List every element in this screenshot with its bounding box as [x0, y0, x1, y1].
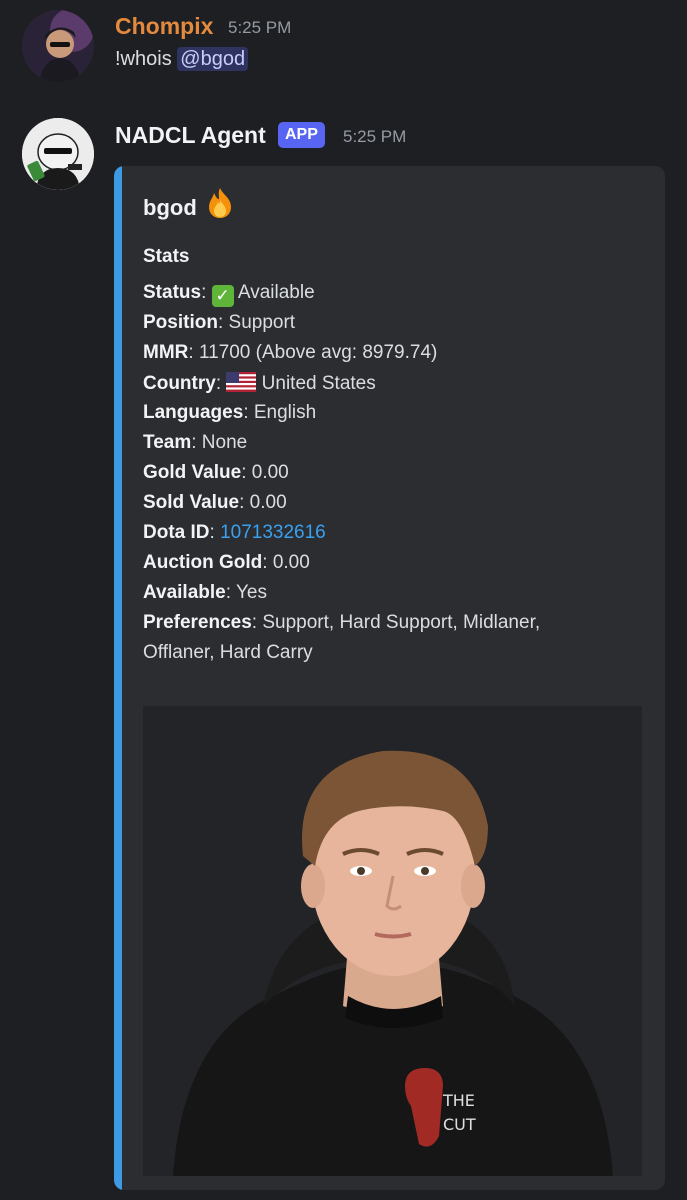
fire-icon — [203, 186, 237, 226]
stat-sep: : — [225, 582, 232, 603]
stat-label: Status — [143, 282, 202, 303]
stat-sep: : — [251, 612, 258, 633]
us-flag-icon — [226, 372, 257, 392]
stat-label: Gold Value — [143, 462, 242, 483]
stat-mmr: MMR: 11700 (Above avg: 8979.74) — [143, 342, 437, 364]
stat-sep: : — [188, 342, 194, 363]
stat-gold-value: Gold Value: 0.00 — [143, 462, 289, 484]
stat-auction-gold: Auction Gold: 0.00 — [143, 552, 310, 574]
stat-value: English — [253, 402, 317, 423]
check-mark-icon: ✓ — [211, 285, 234, 307]
svg-text:THE: THE — [442, 1091, 475, 1110]
stat-value: United States — [261, 373, 376, 394]
stat-position: Position: Support — [143, 312, 295, 334]
dota-id-link[interactable]: 1071332616 — [220, 522, 326, 543]
stat-label: Preferences — [143, 612, 252, 633]
stat-available: Available: Yes — [143, 582, 267, 604]
stat-label: Team — [143, 432, 192, 453]
embed-title: bgod — [143, 186, 237, 226]
stat-label: Available — [143, 582, 226, 603]
embed-title-text: bgod — [143, 195, 197, 220]
stat-sep: : — [262, 552, 268, 573]
embed-accent-bar — [114, 166, 122, 1190]
stat-languages: Languages: English — [143, 402, 316, 424]
author-name[interactable]: NADCL Agent — [115, 122, 266, 149]
stat-value: Available — [237, 282, 315, 303]
svg-text:CUT: CUT — [443, 1115, 476, 1134]
stat-value: 11700 (Above avg: 8979.74) — [198, 342, 438, 363]
player-photo[interactable]: THE CUT — [143, 706, 642, 1176]
nadcl-agent-avatar[interactable] — [22, 118, 94, 190]
app-badge: APP — [278, 122, 325, 148]
message-nadcl-agent: NADCL Agent APP 5:25 PM bgod Stats Statu… — [0, 0, 687, 1200]
stat-sep: : — [217, 312, 224, 333]
stat-sep: : — [243, 402, 249, 423]
stat-label: Sold Value — [143, 492, 240, 513]
stat-sep: : — [215, 373, 222, 394]
stat-value: Support, Hard Support, Midlaner, — [262, 612, 541, 633]
stat-label: Position — [143, 312, 218, 333]
stat-sep: : — [241, 462, 247, 483]
stat-value: 0.00 — [251, 462, 289, 483]
stat-value: 0.00 — [272, 552, 310, 573]
stat-value: Yes — [235, 582, 267, 603]
stat-value: 0.00 — [249, 492, 287, 513]
stat-label: MMR — [143, 342, 189, 363]
stat-sold-value: Sold Value: 0.00 — [143, 492, 287, 514]
stat-label: Dota ID — [143, 522, 210, 543]
stat-label: Languages — [143, 402, 244, 423]
stat-country: Country: United States — [143, 372, 376, 395]
stat-status: Status: ✓ Available — [143, 282, 315, 307]
stat-preferences-cont: Offlaner, Hard Carry — [143, 642, 313, 663]
stat-sep: : — [239, 492, 245, 513]
stat-preferences: Preferences: Support, Hard Support, Midl… — [143, 612, 540, 634]
stat-dota-id: Dota ID: 1071332616 — [143, 522, 326, 544]
timestamp: 5:25 PM — [343, 127, 407, 146]
section-title: Stats — [143, 246, 190, 267]
stat-sep: : — [201, 282, 207, 303]
embed-card: bgod Stats Status: ✓ Available Position:… — [114, 166, 665, 1190]
stat-team: Team: None — [143, 432, 247, 454]
stat-value: None — [201, 432, 248, 453]
stat-sep: : — [191, 432, 197, 453]
stat-label: Auction Gold — [143, 552, 263, 573]
stat-value: Support — [228, 312, 296, 333]
stat-label: Country — [143, 373, 216, 394]
stat-sep: : — [209, 522, 215, 543]
